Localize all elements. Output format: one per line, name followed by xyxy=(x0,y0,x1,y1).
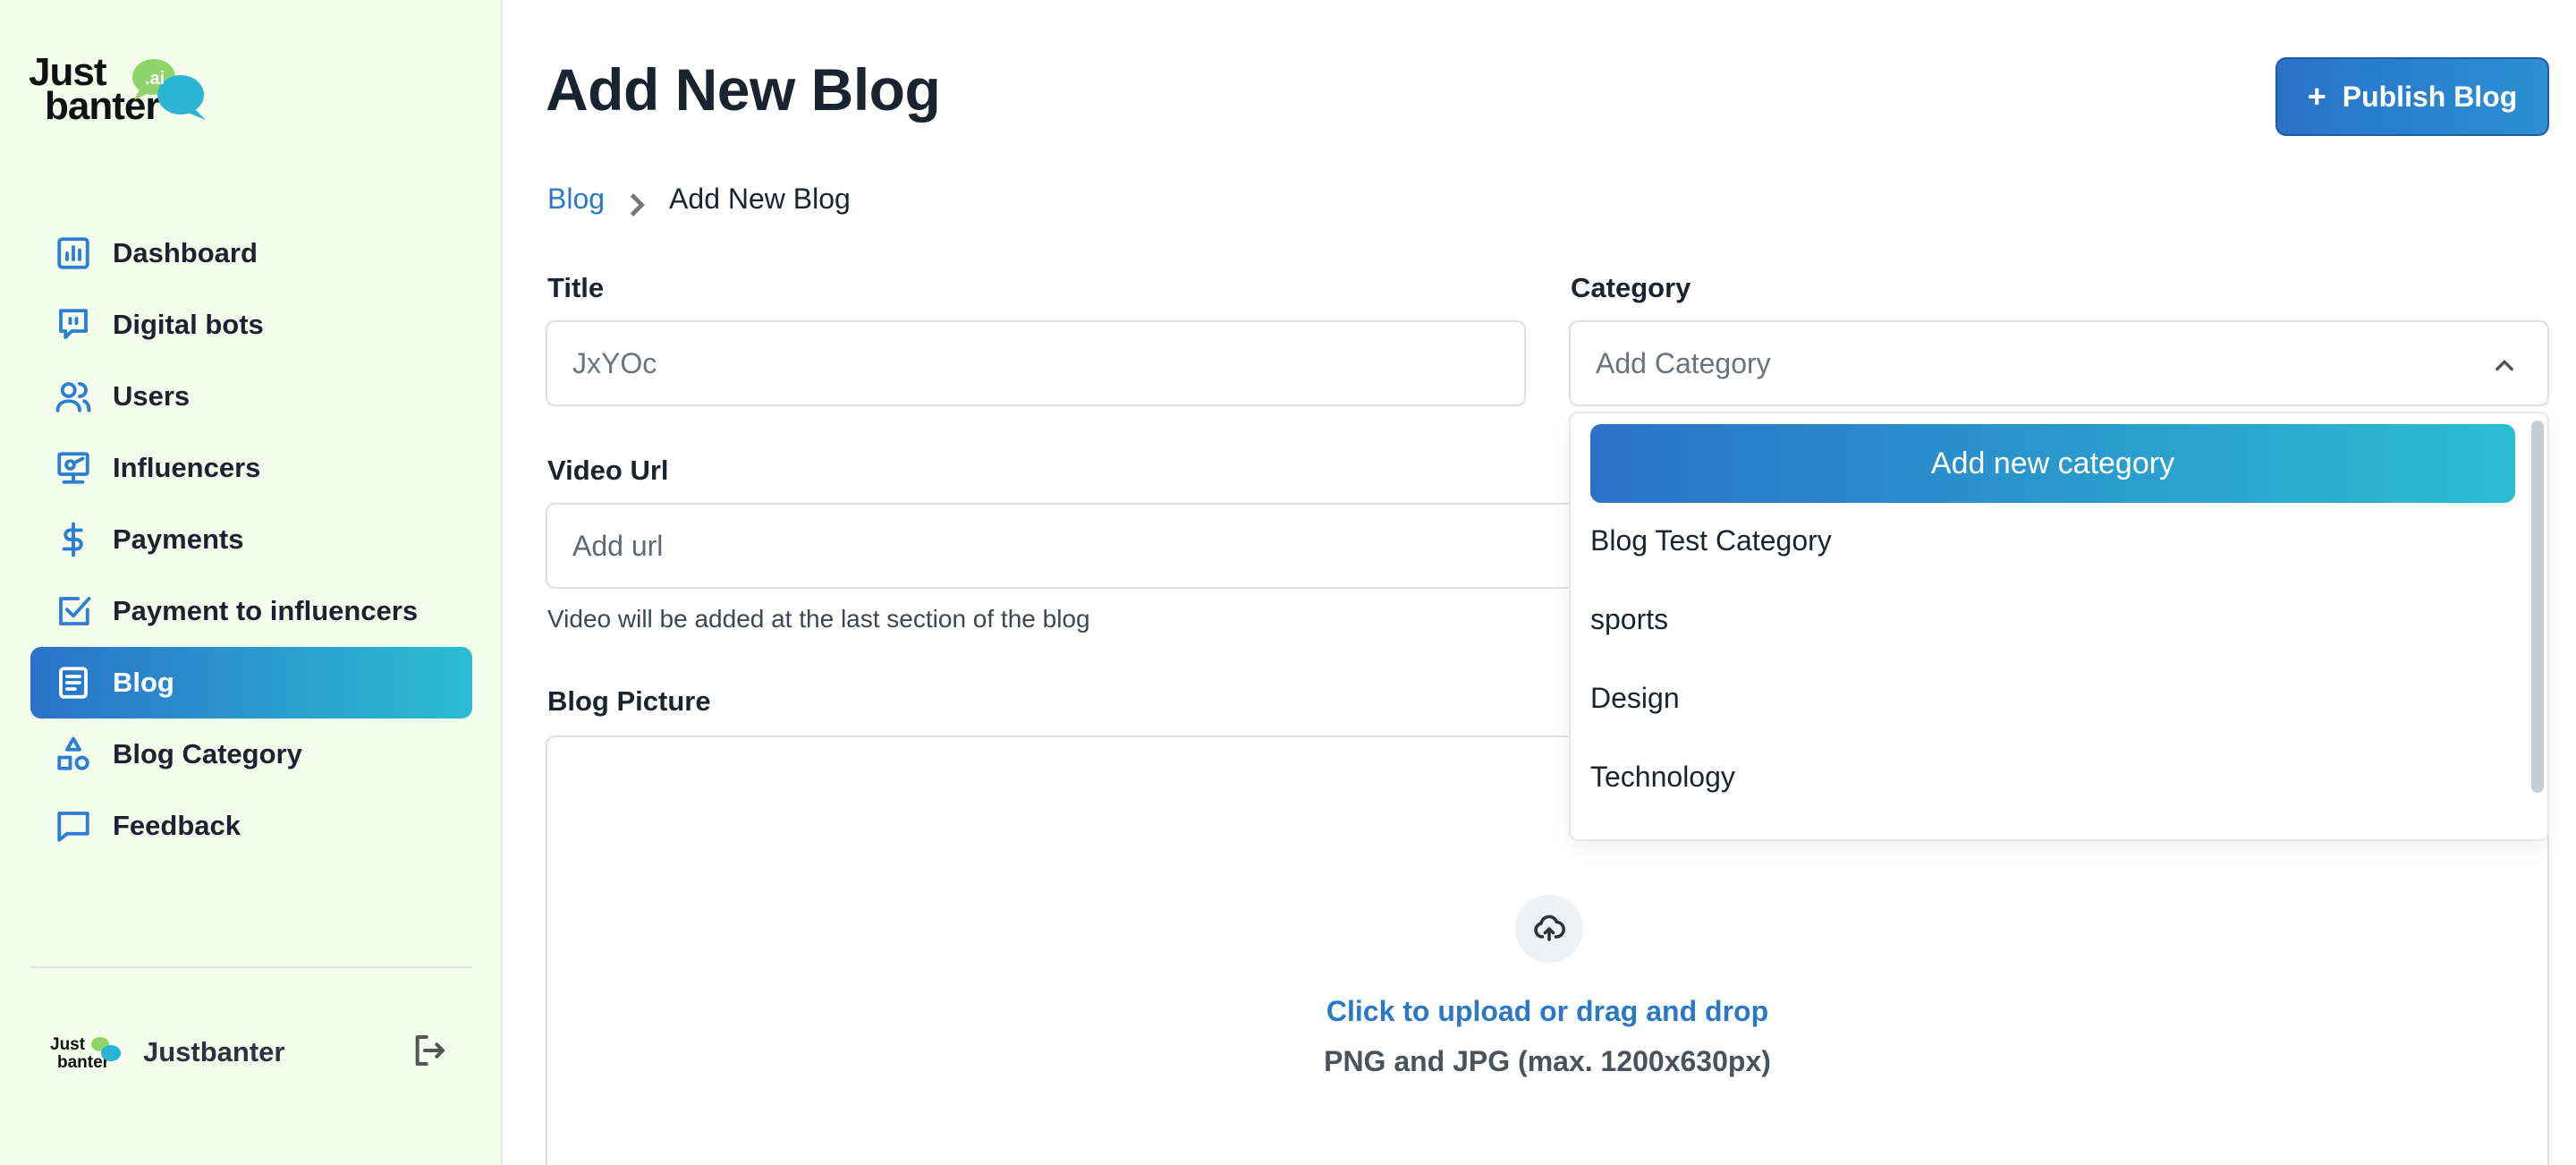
sidebar-item-label: Payment to influencers xyxy=(113,595,419,626)
publish-blog-label: Publish Blog xyxy=(2342,80,2518,113)
user-profile[interactable]: Just banter Justbanter xyxy=(50,1024,453,1081)
sidebar: Just banter .ai Dashboard Digital bots U… xyxy=(0,0,503,1165)
category-dropdown: Add new category Blog Test Category spor… xyxy=(1569,412,2549,841)
sidebar-item-payment-to-influencers[interactable]: Payment to influencers xyxy=(30,575,472,647)
category-option[interactable]: Technology xyxy=(1590,761,1735,794)
sidebar-item-label: Users xyxy=(113,380,191,412)
category-select[interactable]: Add Category xyxy=(1569,320,2549,406)
video-url-label: Video Url xyxy=(547,455,669,486)
sidebar-item-blog[interactable]: Blog xyxy=(30,647,472,719)
breadcrumb-link-blog[interactable]: Blog xyxy=(547,183,605,216)
sidebar-item-users[interactable]: Users xyxy=(30,361,472,432)
blog-picture-label: Blog Picture xyxy=(547,685,711,717)
message-icon xyxy=(54,806,93,846)
sidebar-item-label: Feedback xyxy=(113,810,242,841)
sidebar-item-label: Blog Category xyxy=(113,738,302,770)
video-url-input[interactable]: Add url xyxy=(546,503,1583,589)
upload-link[interactable]: Click to upload or drag and drop xyxy=(547,995,2547,1028)
chart-icon xyxy=(54,234,93,273)
category-label: Category xyxy=(1571,272,1691,303)
upload-format-hint: PNG and JPG (max. 1200x630px) xyxy=(1324,1045,1771,1077)
chat-bot-icon xyxy=(54,305,93,344)
sidebar-item-label: Digital bots xyxy=(113,309,264,340)
sidebar-item-dashboard[interactable]: Dashboard xyxy=(30,217,472,289)
category-option[interactable]: sports xyxy=(1590,603,1668,636)
sidebar-item-feedback[interactable]: Feedback xyxy=(30,790,472,862)
sidebar-nav: Dashboard Digital bots Users Influencers… xyxy=(30,217,472,862)
page-title: Add New Blog xyxy=(546,56,941,123)
chevron-right-icon xyxy=(628,191,646,217)
dollar-icon xyxy=(54,520,93,559)
video-url-hint: Video will be added at the last section … xyxy=(547,605,1090,633)
sidebar-item-label: Influencers xyxy=(113,452,261,483)
sidebar-item-label: Blog xyxy=(113,667,174,698)
add-new-category-button[interactable]: Add new category xyxy=(1590,424,2515,503)
users-icon xyxy=(54,377,93,416)
breadcrumb-current: Add New Blog xyxy=(669,183,851,215)
shapes-icon xyxy=(54,735,93,774)
logo-badge: .ai xyxy=(145,69,165,89)
category-placeholder: Add Category xyxy=(1596,346,1771,379)
breadcrumb: Blog Add New Blog xyxy=(547,183,851,217)
sidebar-item-blog-category[interactable]: Blog Category xyxy=(30,719,472,790)
chevron-up-icon xyxy=(2492,353,2517,378)
brand-logo[interactable]: Just banter .ai xyxy=(29,53,206,136)
logout-icon[interactable] xyxy=(411,1033,453,1074)
title-input[interactable]: JxYOc xyxy=(546,320,1526,406)
cloud-upload-icon xyxy=(1515,895,1583,963)
sidebar-item-digital-bots[interactable]: Digital bots xyxy=(30,289,472,361)
sidebar-item-label: Payments xyxy=(113,523,244,555)
category-option[interactable]: Blog Test Category xyxy=(1590,524,1832,557)
svg-text:Just: Just xyxy=(50,1035,86,1054)
publish-blog-button[interactable]: + Publish Blog xyxy=(2275,57,2549,136)
speech-bubbles-icon: .ai xyxy=(132,59,206,120)
dropdown-scrollbar[interactable] xyxy=(2531,421,2544,793)
sidebar-item-label: Dashboard xyxy=(113,237,258,268)
avatar: Just banter xyxy=(50,1030,125,1075)
checkbox-icon xyxy=(54,591,93,631)
sidebar-item-influencers[interactable]: Influencers xyxy=(30,432,472,504)
user-name: Justbanter xyxy=(143,1036,285,1067)
title-label: Title xyxy=(547,272,605,303)
sidebar-divider xyxy=(30,966,472,968)
plus-icon: + xyxy=(2307,78,2326,115)
document-icon xyxy=(54,663,93,702)
sidebar-item-payments[interactable]: Payments xyxy=(30,504,472,575)
category-option[interactable]: Design xyxy=(1590,682,1680,715)
influencer-icon xyxy=(54,448,93,488)
brand-mini-logo-icon: Just banter xyxy=(50,1035,121,1072)
